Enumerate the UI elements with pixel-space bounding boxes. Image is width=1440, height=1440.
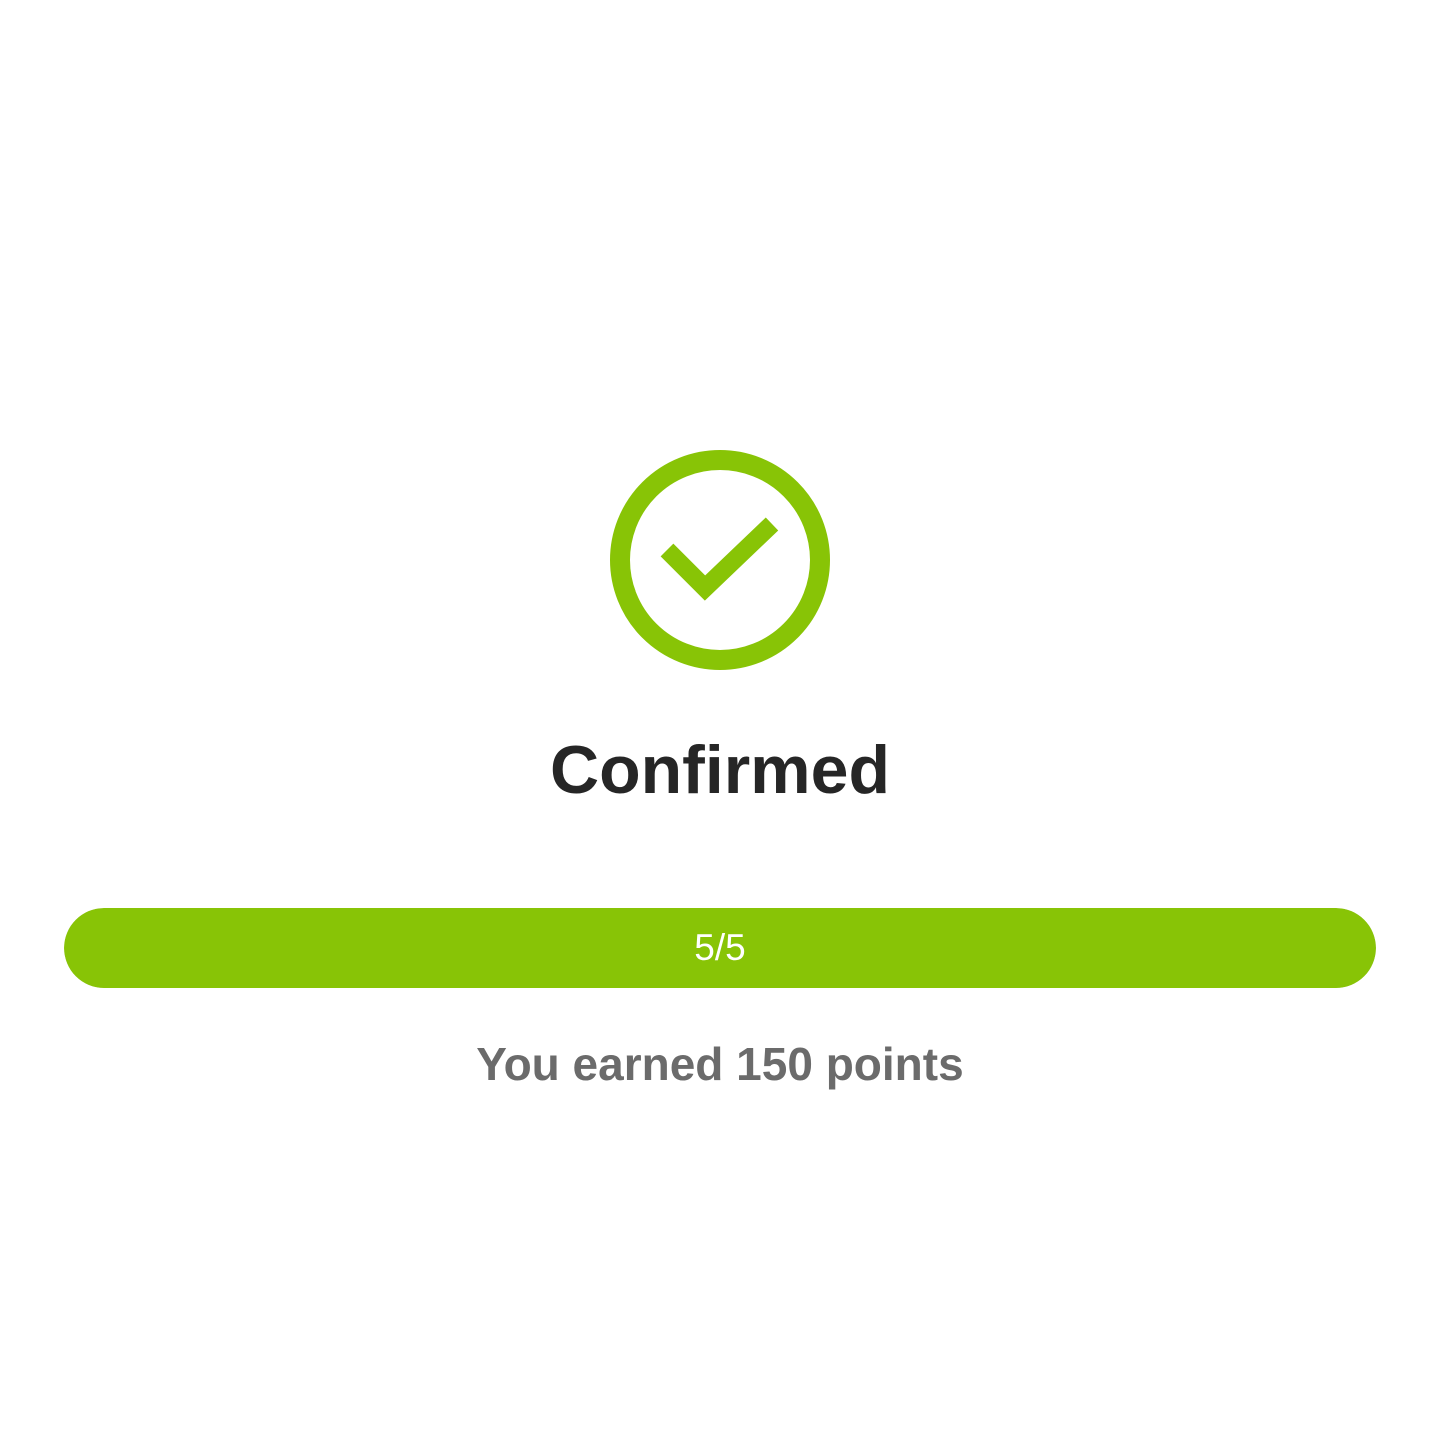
check-circle-ring	[610, 450, 830, 670]
check-mark	[660, 517, 779, 601]
progress-bar: 5/5	[64, 908, 1376, 988]
points-message: You earned 150 points	[476, 1038, 964, 1090]
status-title: Confirmed	[550, 732, 890, 808]
check-circle-icon	[610, 450, 830, 670]
progress-label: 5/5	[694, 927, 746, 968]
